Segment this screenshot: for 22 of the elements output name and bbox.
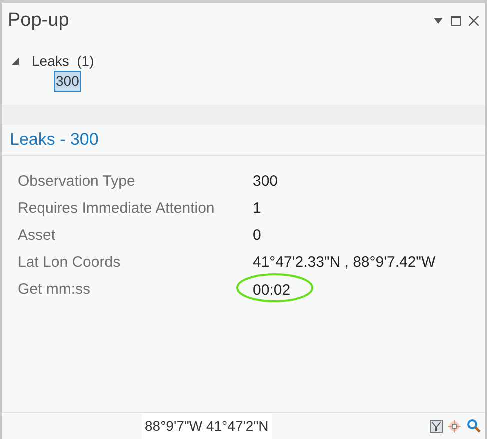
maximize-icon[interactable] — [451, 16, 461, 26]
search-icon[interactable] — [467, 419, 481, 433]
filter-icon[interactable] — [430, 420, 443, 432]
field-label: Observation Type — [18, 172, 136, 192]
coordinates-readout: 88°9'7"W 41°47'2"N — [142, 413, 272, 439]
field-value: 1 — [253, 199, 262, 220]
target-icon[interactable] — [448, 420, 461, 432]
field-value: 0 — [253, 226, 262, 246]
caret-icon[interactable] — [12, 58, 19, 64]
window-title: Pop-up — [8, 8, 70, 33]
field-value: 300 — [253, 172, 278, 192]
field-value: 00:02 — [253, 282, 291, 298]
field-label: Lat Lon Coords — [18, 253, 121, 274]
field-value: 41°47'2.33"N , 88°9'7.42"W — [253, 253, 436, 274]
tree-item[interactable]: Leaks (1) — [32, 50, 94, 72]
field-label: Asset — [18, 226, 56, 246]
tree-item[interactable]: 300 — [54, 71, 82, 92]
dropdown-icon[interactable] — [434, 18, 443, 24]
field-label: Get mm:ss — [18, 280, 91, 300]
feature-title: Leaks - 300 — [10, 129, 99, 152]
close-icon[interactable] — [469, 16, 479, 26]
field-label: Requires Immediate Attention — [18, 199, 215, 220]
